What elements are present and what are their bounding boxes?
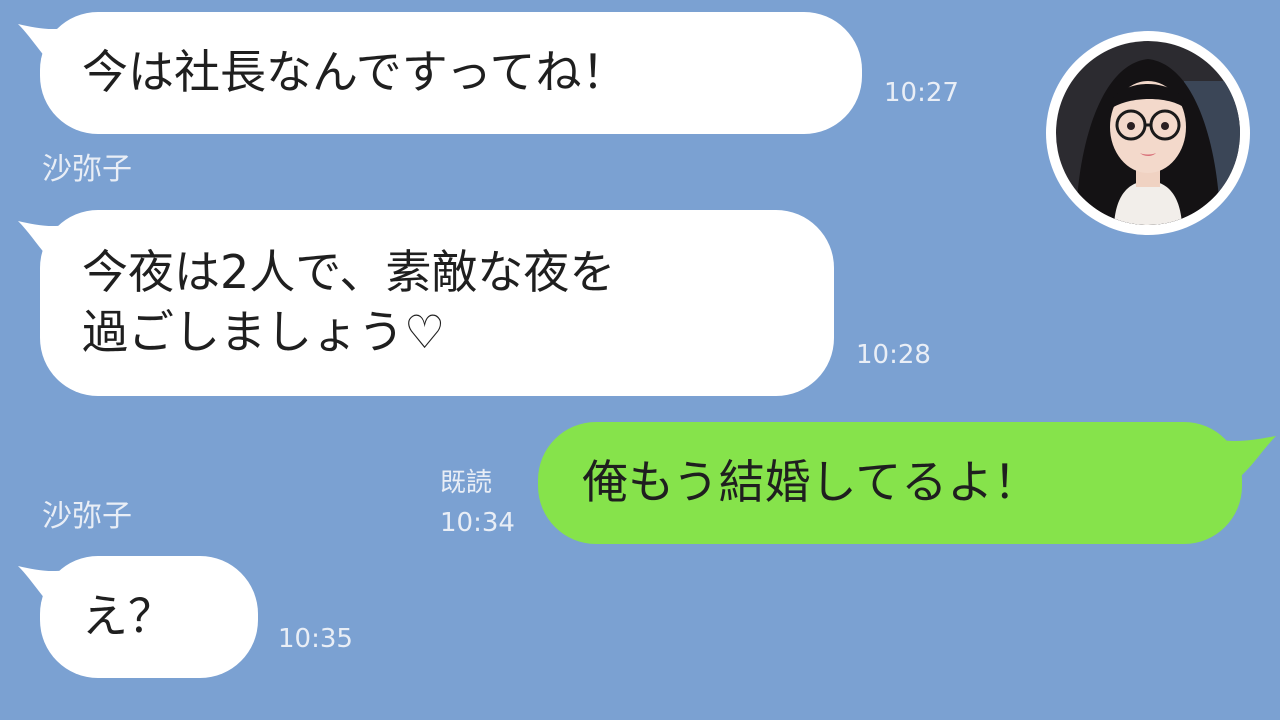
message-timestamp: 10:28 bbox=[856, 340, 931, 370]
sender-name: 沙弥子 bbox=[42, 499, 132, 534]
avatar[interactable] bbox=[1046, 31, 1250, 235]
message-bubble-outgoing[interactable]: 俺もう結婚してるよ！ bbox=[538, 422, 1242, 544]
message-bubble-incoming[interactable]: 今夜は2人で、素敵な夜を 過ごしましょう♡ bbox=[40, 210, 834, 396]
message-bubble-incoming[interactable]: え？ bbox=[40, 556, 258, 678]
message-bubble-incoming[interactable]: 今は社長なんですってね！ bbox=[40, 12, 862, 134]
message-timestamp: 10:34 bbox=[440, 508, 515, 538]
woman-with-glasses-avatar-icon bbox=[1056, 41, 1240, 225]
sender-name: 沙弥子 bbox=[42, 152, 132, 187]
message-timestamp: 10:27 bbox=[884, 78, 959, 108]
message-timestamp: 10:35 bbox=[278, 624, 353, 654]
read-receipt: 既読 bbox=[440, 468, 493, 498]
